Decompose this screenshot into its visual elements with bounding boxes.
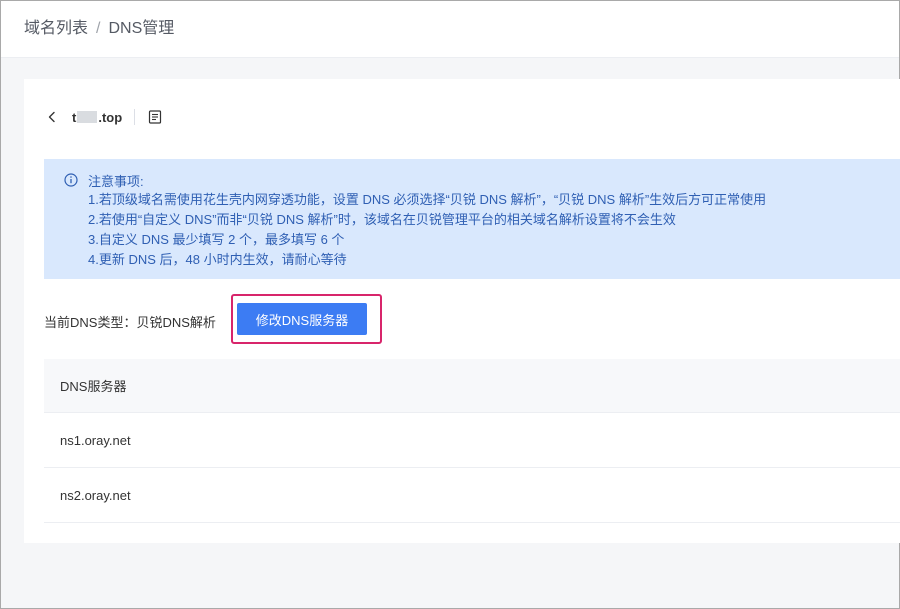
domain-name: t .top [72,110,122,125]
dns-type-row: 当前DNS类型： 贝锐DNS解析 [44,307,216,335]
notice-line: 3.自定义 DNS 最少填写 2 个，最多填写 6 个 [88,232,345,247]
notice-title-text: 注意事项: [88,173,144,189]
column-header-dns-server: DNS服务器 [60,379,127,394]
info-icon [64,173,78,187]
notice-line: 1.若顶级域名需使用花生壳内网穿透功能，设置 DNS 必须选择“贝锐 DNS 解… [88,192,767,207]
dns-management-card: t .top 注意事项: 1.若顶级域名需使用花生壳内网穿透功能，设置 DNS … [24,79,900,543]
breadcrumb-separator: / [96,20,101,37]
divider [134,109,136,125]
breadcrumb-current: DNS管理 [108,20,175,37]
chevron-left-icon[interactable] [44,109,60,125]
domain-mask [77,111,98,123]
breadcrumb: 域名列表 / DNS管理 [24,19,174,39]
notice-line: 4.更新 DNS 后，48 小时内生效，请耐心等待 [88,252,347,267]
notice-lines: 1.若顶级域名需使用花生壳内网穿透功能，设置 DNS 必须选择“贝锐 DNS 解… [64,190,900,270]
domain-header: t .top [44,107,163,127]
breadcrumb-domain-list[interactable]: 域名列表 [24,19,88,39]
top-bar: 域名列表 / DNS管理 [1,1,899,58]
modify-dns-server-button[interactable]: 修改DNS服务器 [237,303,367,335]
dns-server-table: DNS服务器 ns1.oray.net ns2.oray.net [44,359,900,523]
domain-suffix: .top [98,109,123,125]
dns-server-value: ns2.oray.net [60,487,131,503]
notice-title: 注意事项: [64,170,900,190]
dns-type-value: 贝锐DNS解析 [136,314,216,330]
document-icon[interactable] [147,109,163,125]
table-row: ns1.oray.net [44,413,900,468]
notice-box: 注意事项: 1.若顶级域名需使用花生壳内网穿透功能，设置 DNS 必须选择“贝锐… [44,159,900,279]
domain-prefix: t [72,109,77,125]
notice-line: 2.若使用“自定义 DNS”而非“贝锐 DNS 解析”时，该域名在贝锐管理平台的… [88,212,676,227]
dns-type-label: 当前DNS类型： [44,314,137,330]
table-header: DNS服务器 [44,359,900,413]
dns-server-value: ns1.oray.net [60,432,131,448]
table-row: ns2.oray.net [44,468,900,523]
